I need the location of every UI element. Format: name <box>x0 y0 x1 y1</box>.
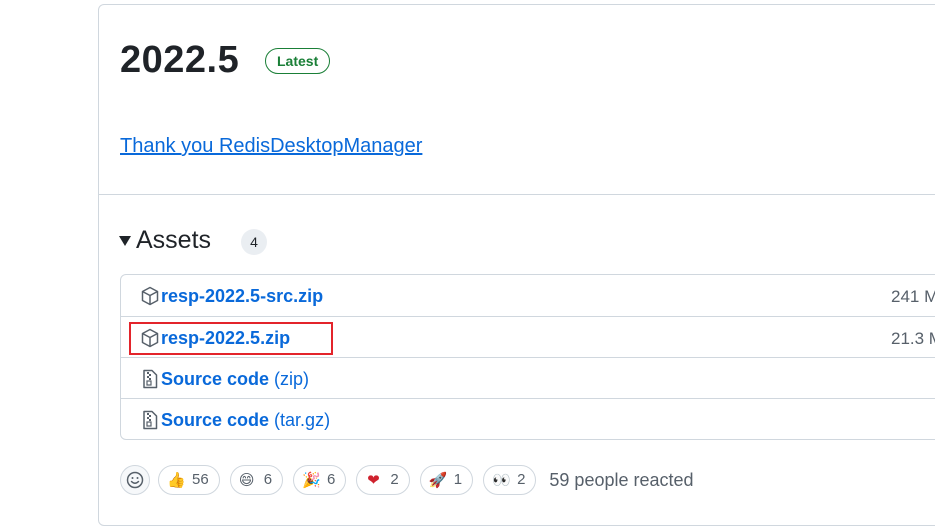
reaction-count: 56 <box>192 471 209 488</box>
source-code-zip-link[interactable]: Source code (zip) <box>161 367 309 391</box>
release-title: 2022.5 <box>120 39 240 81</box>
reaction-laugh[interactable]: 😄 6 <box>229 465 284 495</box>
hooray-icon: 🎉 <box>302 472 321 489</box>
asset-name-label: Source code <box>161 369 270 389</box>
package-icon <box>141 328 159 348</box>
asset-name-label: resp-2022.5.zip <box>161 328 291 348</box>
source-code-targz-link[interactable]: Source code (tar.gz) <box>161 408 330 432</box>
asset-link[interactable]: resp-2022.5.zip <box>161 326 290 350</box>
reaction-count: 6 <box>327 471 336 488</box>
asset-row: resp-2022.5.zip 21.3 M <box>121 316 935 357</box>
asset-row: Source code (tar.gz) <box>121 398 935 439</box>
laugh-icon: 😄 <box>238 472 255 489</box>
reaction-count: 2 <box>390 471 399 488</box>
release-notes-link[interactable]: Thank you RedisDesktopManager <box>120 131 422 161</box>
reaction-thumbs-up[interactable]: 👍 56 <box>158 465 220 495</box>
heart-icon: ❤ <box>367 472 380 489</box>
assets-toggle[interactable]: Assets 4 <box>119 220 268 260</box>
latest-badge: Latest <box>265 48 331 74</box>
file-zip-icon <box>143 369 158 389</box>
asset-name-label: Source code <box>161 410 270 430</box>
reaction-rocket[interactable]: 🚀 1 <box>419 465 474 495</box>
package-icon <box>141 286 159 306</box>
add-reaction-button[interactable] <box>120 465 150 495</box>
smiley-icon <box>126 471 144 489</box>
asset-name-label: resp-2022.5-src.zip <box>161 286 324 306</box>
asset-row: resp-2022.5-src.zip 241 M <box>121 275 935 316</box>
eyes-icon: 👀 <box>492 472 511 489</box>
assets-count-badge: 4 <box>241 229 268 255</box>
reaction-hooray[interactable]: 🎉 6 <box>293 465 347 495</box>
reactions-bar: 👍 56 😄 6 🎉 6 ❤ 2 🚀 1 👀 2 59 people react… <box>120 463 694 497</box>
file-zip-icon <box>143 410 158 430</box>
assets-list: resp-2022.5-src.zip 241 M resp-2022.5.zi… <box>120 274 935 440</box>
divider <box>99 194 935 195</box>
reaction-eyes[interactable]: 👀 2 <box>483 465 537 495</box>
asset-row: Source code (zip) <box>121 357 935 398</box>
reaction-heart[interactable]: ❤ 2 <box>356 465 410 495</box>
asset-format-label: (tar.gz) <box>274 410 331 430</box>
thumbs-up-icon: 👍 <box>167 472 186 489</box>
rocket-icon: 🚀 <box>428 472 448 489</box>
asset-link[interactable]: resp-2022.5-src.zip <box>161 284 323 308</box>
asset-size: 21.3 M <box>891 329 935 348</box>
reaction-count: 1 <box>453 471 463 488</box>
asset-format-label: (zip) <box>274 369 310 389</box>
caret-down-icon <box>119 236 131 246</box>
asset-size: 241 M <box>891 287 935 306</box>
reaction-count: 6 <box>263 471 273 488</box>
reaction-count: 2 <box>517 471 526 488</box>
assets-title: Assets <box>136 225 212 254</box>
reactions-summary: 59 people reacted <box>549 469 694 490</box>
release-card: 2022.5 Latest Thank you RedisDesktopMana… <box>98 4 935 526</box>
